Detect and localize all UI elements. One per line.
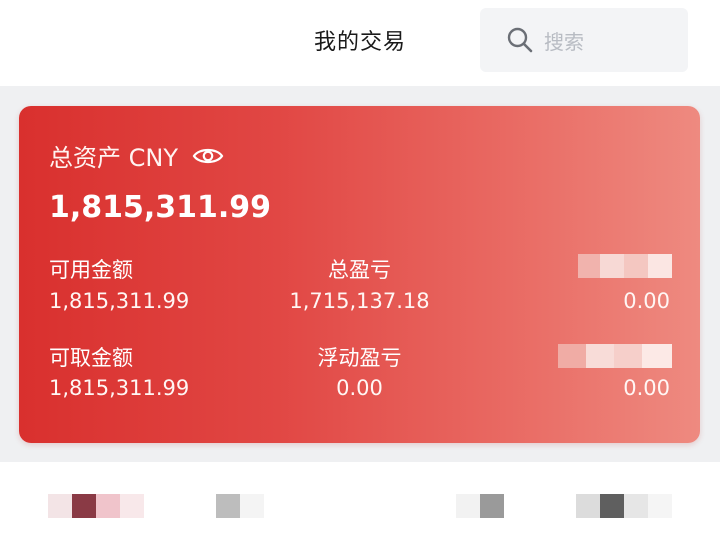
- col3-row2-value: 0.00: [623, 376, 670, 400]
- floating-pnl-value: 0.00: [336, 376, 383, 400]
- card-title: 总资产 CNY: [49, 144, 178, 172]
- eye-icon[interactable]: [192, 145, 224, 167]
- total-pnl-value: 1,715,137.18: [289, 289, 430, 313]
- search-placeholder[interactable]: 搜索: [544, 26, 584, 55]
- total-assets-value: 1,815,311.99: [49, 190, 272, 225]
- total-assets-card[interactable]: 总资产 CNY 1,815,311.99 可用金额 1,815,311.99 总…: [19, 106, 700, 443]
- page-title: 我的交易: [313, 30, 406, 55]
- redacted-label: [558, 344, 672, 368]
- shortcut-item[interactable]: [456, 494, 504, 518]
- col3-row1-value: 0.00: [623, 289, 670, 313]
- top-header: 我的交易 搜索: [0, 0, 720, 86]
- search-box[interactable]: 搜索: [480, 8, 688, 72]
- shortcut-item[interactable]: [576, 494, 672, 518]
- redacted-label: [578, 254, 672, 278]
- shortcut-row: [0, 462, 720, 536]
- shortcut-item[interactable]: [48, 494, 144, 518]
- shortcut-item[interactable]: [216, 494, 264, 518]
- card-title-row: 总资产 CNY: [49, 138, 224, 173]
- search-icon[interactable]: [506, 26, 534, 54]
